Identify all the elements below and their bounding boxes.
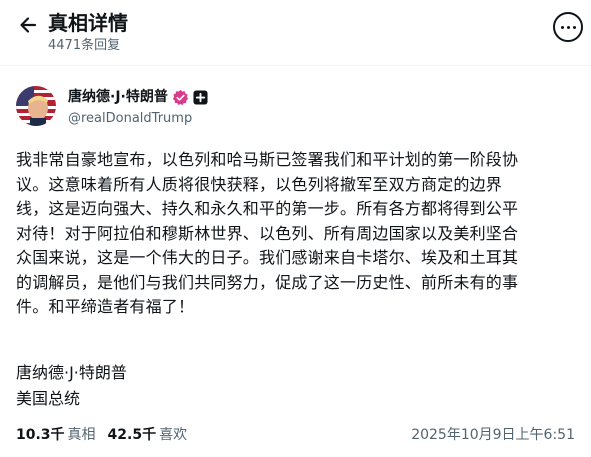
likes-count: 42.5千 — [107, 427, 157, 443]
verified-icon — [172, 89, 189, 105]
government-badge-icon — [193, 89, 208, 105]
back-arrow-icon — [20, 17, 37, 33]
post-signature: 唐纳德·J·特朗普 美国总统 — [16, 360, 127, 412]
views-stat[interactable]: 10.3千 真相 — [16, 425, 96, 445]
more-icon — [560, 25, 564, 29]
avatar[interactable] — [16, 86, 56, 126]
signature-title: 美国总统 — [16, 389, 81, 408]
more-icon-dot — [566, 25, 570, 29]
post-timestamp[interactable]: 2025年10月9日上午6:51 — [411, 425, 575, 445]
post-line: 的调解员，是他们与我们共同努力，促成了这一历史性、前所未有的事 — [16, 272, 519, 292]
post-line: 件。和平缔造者有福了！ — [16, 297, 195, 316]
likes-stat[interactable]: 42.5千 喜欢 — [108, 425, 188, 445]
views-count: 10.3千 — [16, 427, 65, 443]
author-name[interactable]: 唐纳德·J·特朗普 — [68, 88, 168, 106]
post-stats: 10.3千 真相 42.5千 喜欢 — [16, 425, 199, 445]
post-body: 我非常自豪地宣布，以色列和哈马斯已签署我们和平计划的第一阶段协 议。这意味着所有… — [16, 148, 582, 320]
reply-count: 4471条回复 — [48, 38, 121, 53]
page-title: 真相详情 — [48, 11, 128, 35]
post-line: 议。这意味着所有人质将很快获释，以色列将撤军至双方商定的边界 — [16, 174, 503, 194]
post-line: 对待！对于阿拉伯和穆斯林世界、以色列、所有周边国家以及美利坚合 — [16, 223, 519, 243]
likes-label: 喜欢 — [159, 427, 188, 443]
author-handle[interactable]: @realDonaldTrump — [68, 110, 192, 128]
signature-name: 唐纳德·J·特朗普 — [16, 363, 127, 382]
more-button[interactable] — [553, 12, 583, 42]
views-label: 真相 — [67, 427, 96, 443]
post-line: 我非常自豪地宣布，以色列和哈马斯已签署我们和平计划的第一阶段协 — [16, 150, 519, 169]
avatar-image — [16, 86, 56, 126]
post-line: 线，这是迈向强大、持久和永久和平的第一步。所有各方都将得到公平 — [16, 199, 519, 218]
author-name-row: 唐纳德·J·特朗普 — [68, 88, 208, 106]
back-button[interactable] — [14, 11, 42, 39]
more-icon-dot — [572, 25, 576, 29]
header: 真相详情 4471条回复 — [0, 0, 591, 66]
post-line: 众国来说，这是一个伟大的日子。我们感谢来自卡塔尔、埃及和土耳其 — [16, 248, 519, 267]
